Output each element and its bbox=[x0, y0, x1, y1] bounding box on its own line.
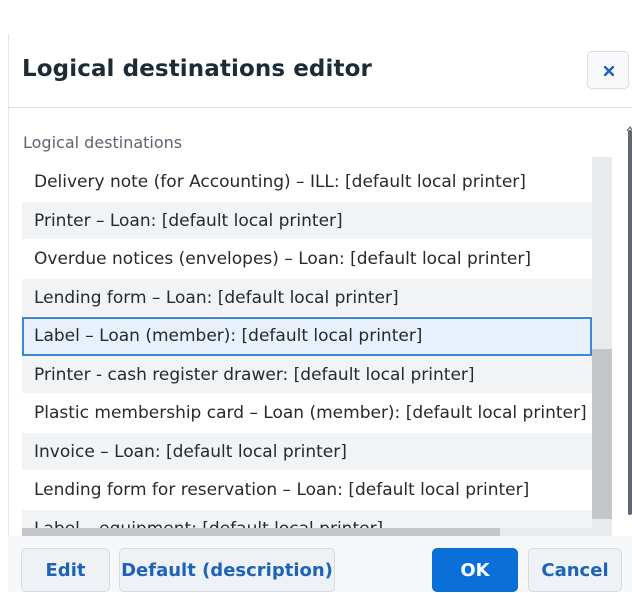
vertical-scrollbar-thumb[interactable] bbox=[592, 349, 612, 519]
close-icon bbox=[604, 66, 614, 76]
destinations-list[interactable]: Delivery note (for Accounting) – ILL: [d… bbox=[22, 163, 592, 536]
list-item[interactable]: Printer - cash register drawer: [default… bbox=[22, 355, 592, 394]
dialog-border bbox=[8, 34, 9, 592]
list-item[interactable]: Lending form for reservation – Loan: [de… bbox=[22, 471, 592, 510]
default-description-button[interactable]: Default (description) bbox=[119, 548, 335, 592]
dialog-title: Logical destinations editor bbox=[22, 56, 372, 82]
list-item[interactable]: Lending form – Loan: [default local prin… bbox=[22, 278, 592, 317]
outer-scrollbar-thumb[interactable] bbox=[628, 130, 632, 515]
edit-button[interactable]: Edit bbox=[21, 548, 110, 592]
section-label: Logical destinations bbox=[23, 133, 183, 152]
ok-button[interactable]: OK bbox=[432, 548, 518, 592]
list-item[interactable]: Delivery note (for Accounting) – ILL: [d… bbox=[22, 163, 592, 202]
list-item[interactable]: Overdue notices (envelopes) – Loan: [def… bbox=[22, 240, 592, 279]
header-divider bbox=[8, 107, 632, 108]
destinations-list-inner: Delivery note (for Accounting) – ILL: [d… bbox=[22, 163, 592, 536]
list-item[interactable]: Printer – Loan: [default local printer] bbox=[22, 201, 592, 240]
close-button[interactable] bbox=[587, 51, 629, 89]
list-item[interactable]: Invoice – Loan: [default local printer] bbox=[22, 432, 592, 471]
list-item-selected[interactable]: Label – Loan (member): [default local pr… bbox=[22, 317, 592, 356]
cancel-button[interactable]: Cancel bbox=[528, 548, 622, 592]
list-item[interactable]: Plastic membership card – Loan (member):… bbox=[22, 394, 592, 433]
